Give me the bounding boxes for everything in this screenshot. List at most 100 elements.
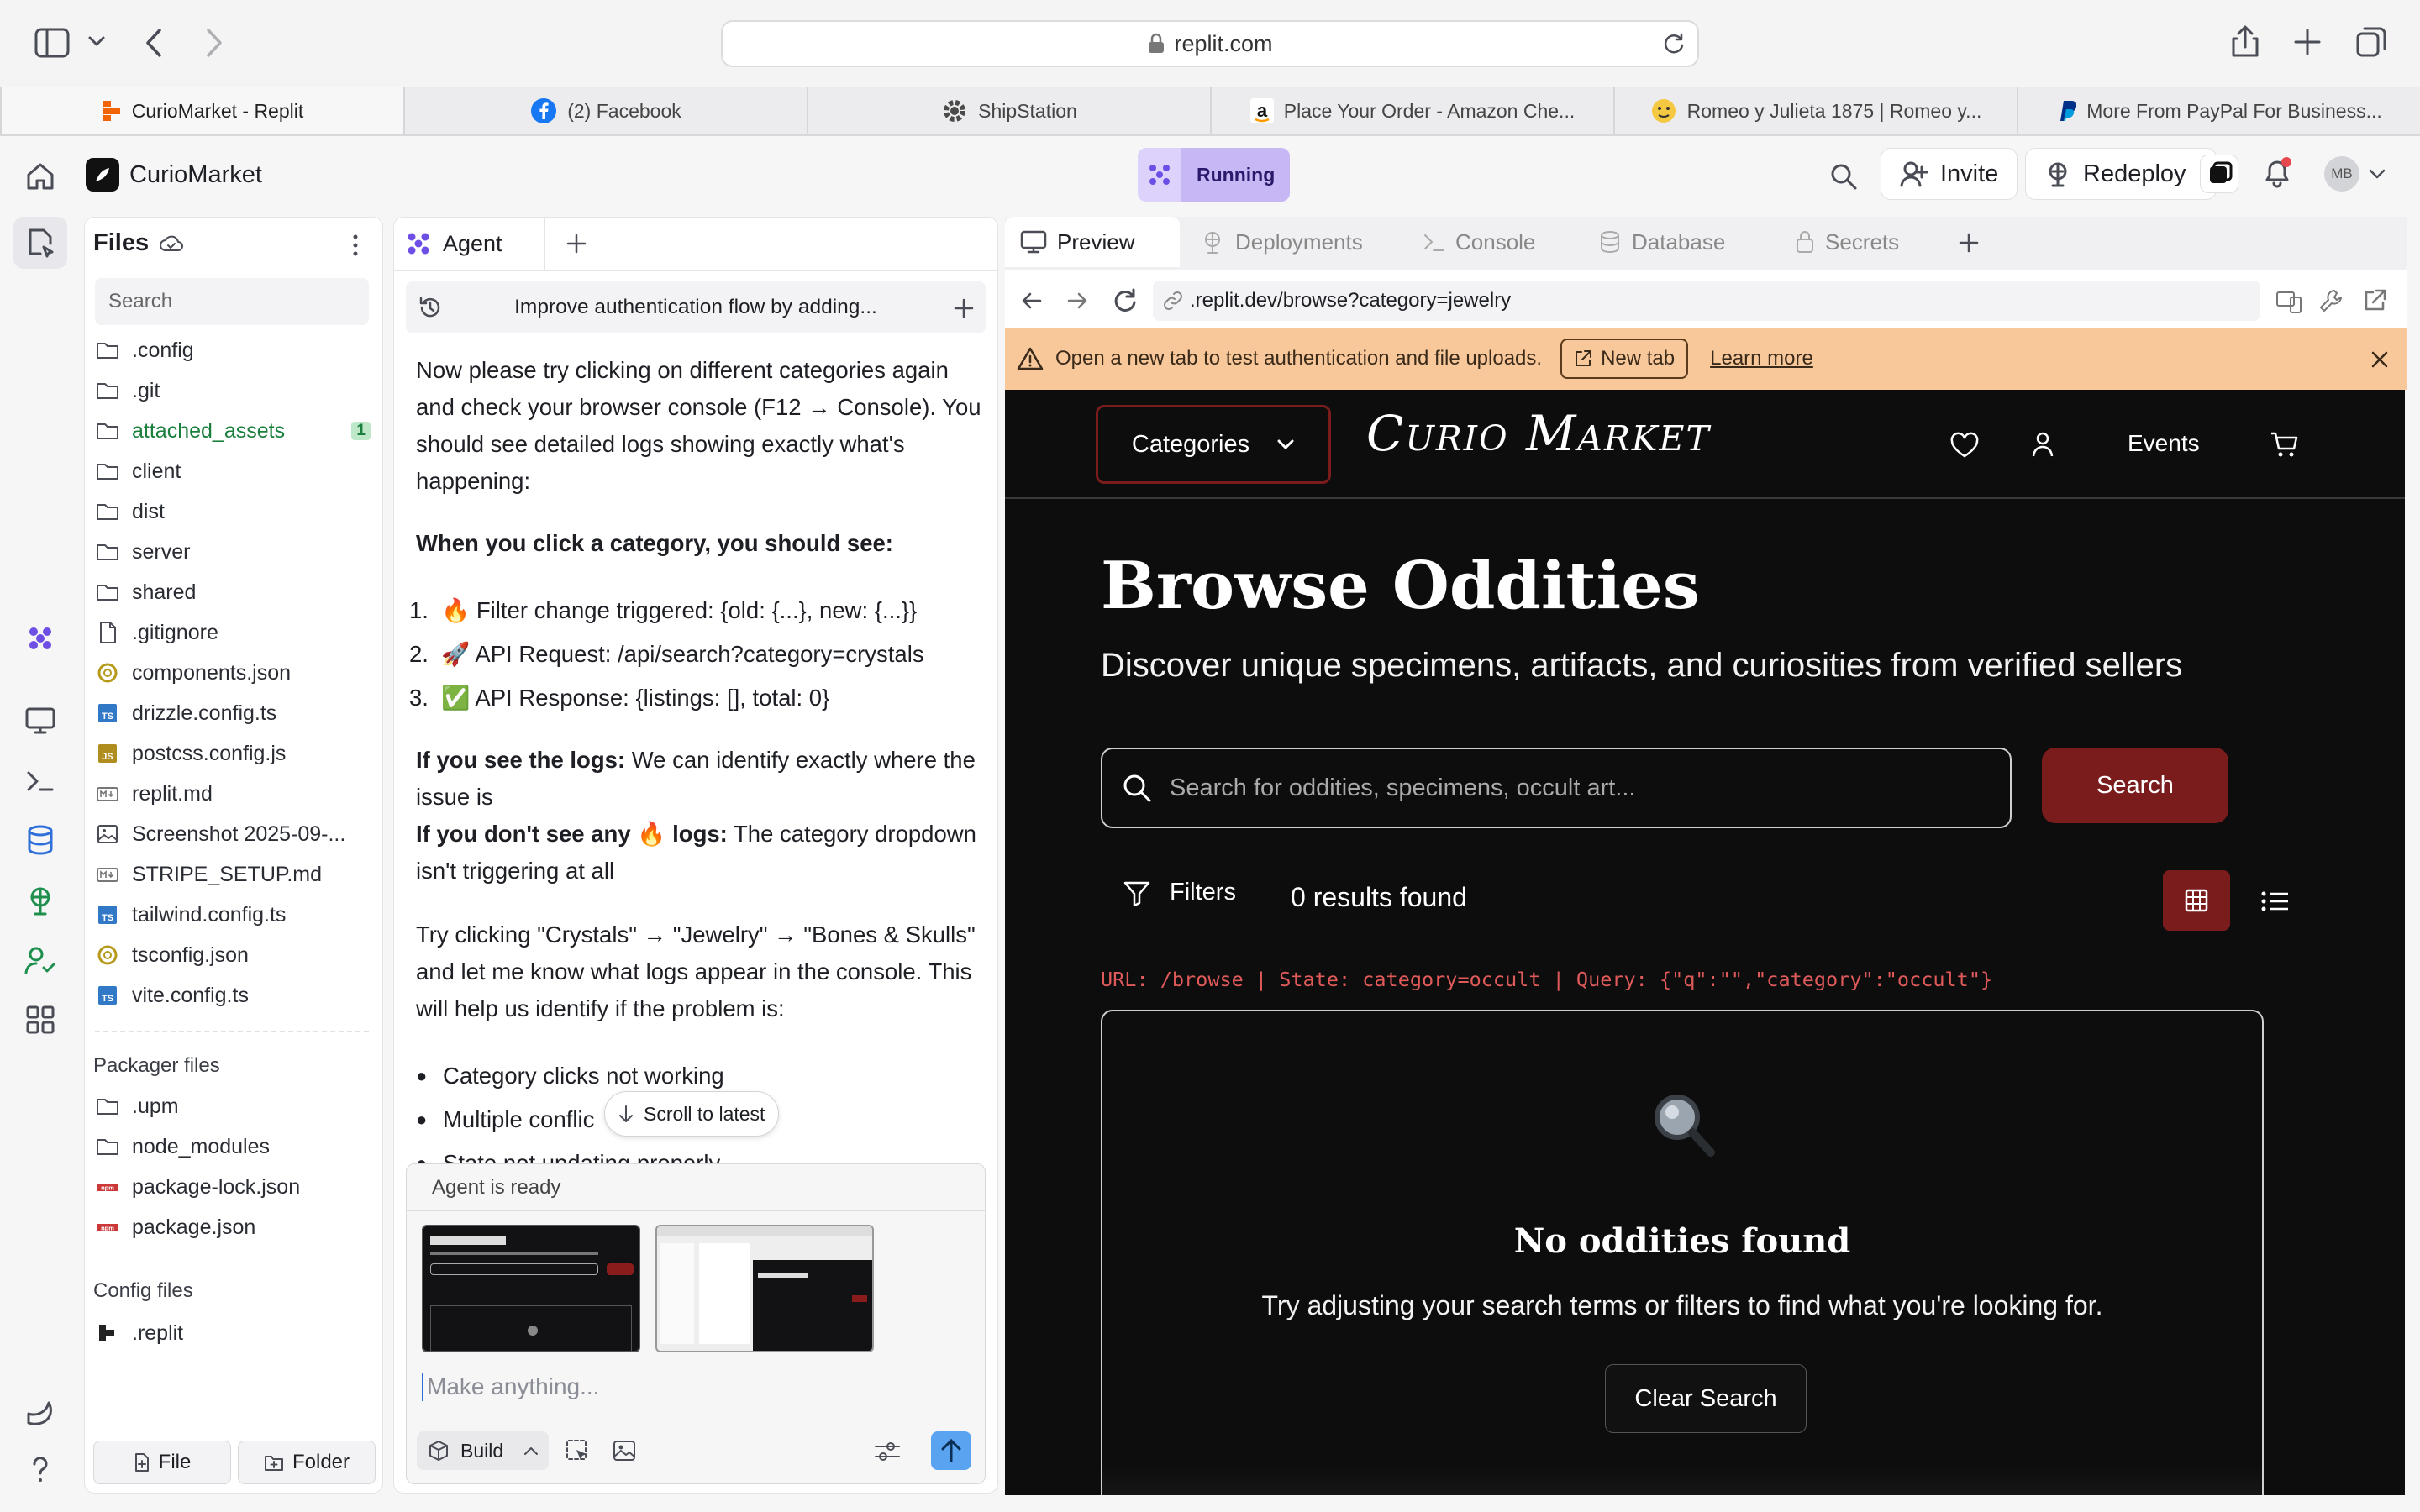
external-link-icon[interactable] xyxy=(2361,287,2388,314)
more-vertical-icon[interactable] xyxy=(347,233,364,258)
file-tree-item[interactable]: tsconfig.json xyxy=(95,937,371,974)
new-tab-button[interactable]: New tab xyxy=(1560,339,1689,379)
file-tree-item[interactable]: .git xyxy=(95,372,371,409)
file-tree-item[interactable]: npm package-lock.json xyxy=(95,1168,371,1205)
browser-tab[interactable]: CurioMarket - Replit xyxy=(0,87,403,134)
browser-tab[interactable]: (2) Facebook xyxy=(403,87,807,134)
deployments-icon[interactable] xyxy=(24,884,57,917)
tab-overview-icon[interactable] xyxy=(2354,25,2388,59)
clear-search-button[interactable]: Clear Search xyxy=(1605,1364,1807,1433)
file-tree-item[interactable]: .upm xyxy=(95,1088,371,1125)
list-view-icon[interactable] xyxy=(2260,890,2289,912)
tab-console[interactable]: Console xyxy=(1407,217,1550,267)
file-tree-item[interactable]: TS drizzle.config.ts xyxy=(95,695,371,732)
user-icon[interactable] xyxy=(2030,430,2055,459)
close-icon[interactable] xyxy=(2370,349,2390,370)
attachment-thumbnail[interactable] xyxy=(655,1225,874,1352)
tab-deployments[interactable]: Deployments xyxy=(1185,217,1378,267)
home-icon[interactable] xyxy=(25,161,55,192)
file-tree-item[interactable]: .config xyxy=(95,332,371,369)
file-tree-item[interactable]: TS vite.config.ts xyxy=(95,977,371,1014)
site-search-button[interactable]: Search xyxy=(2042,748,2228,823)
avatar[interactable]: MB xyxy=(2324,156,2360,192)
thread-header[interactable]: Improve authentication flow by adding... xyxy=(406,281,986,333)
site-search-input[interactable]: Search for oddities, specimens, occult a… xyxy=(1101,748,2012,828)
new-file-button[interactable]: File xyxy=(93,1441,231,1484)
reload-icon[interactable] xyxy=(1662,32,1686,55)
files-search-input[interactable]: Search xyxy=(95,278,369,325)
sidebar-toggle-icon[interactable] xyxy=(34,27,71,59)
address-bar[interactable]: replit.com xyxy=(721,20,1699,67)
share-icon[interactable] xyxy=(2230,24,2260,59)
wrench-icon[interactable] xyxy=(2317,287,2344,314)
browser-tab[interactable]: Romeo y Julieta 1875 | Romeo y... xyxy=(1613,87,2017,134)
monitor-icon[interactable] xyxy=(24,704,57,738)
file-tree-item[interactable]: client xyxy=(95,453,371,490)
new-tab-icon[interactable] xyxy=(2292,27,2323,57)
file-tree-item[interactable]: node_modules xyxy=(95,1128,371,1165)
filters-button[interactable]: Filters xyxy=(1123,879,1236,906)
tab-database[interactable]: Database xyxy=(1583,217,1740,267)
devices-icon[interactable] xyxy=(2275,287,2302,314)
back-icon[interactable] xyxy=(1020,289,1044,312)
bell-icon[interactable] xyxy=(2260,156,2294,190)
file-tree-item[interactable]: attached_assets 1 xyxy=(95,412,371,449)
history-icon[interactable] xyxy=(418,295,443,320)
file-tree-item[interactable]: npm package.json xyxy=(95,1209,371,1246)
grid-view-button[interactable] xyxy=(2163,870,2230,931)
file-tree-item[interactable]: TS tailwind.config.ts xyxy=(95,896,371,933)
prompt-input[interactable]: Make anything... xyxy=(422,1373,599,1401)
user-check-icon[interactable] xyxy=(24,944,57,978)
deploy-status-button[interactable] xyxy=(2200,155,2238,193)
mode-selector[interactable]: Build xyxy=(417,1431,550,1470)
cart-icon[interactable] xyxy=(2269,430,2299,459)
tab-preview[interactable]: Preview xyxy=(1005,217,1180,267)
categories-dropdown[interactable]: Categories xyxy=(1096,405,1331,484)
new-thread-icon[interactable] xyxy=(954,298,974,318)
forward-icon[interactable] xyxy=(1065,289,1089,312)
project-name[interactable]: CurioMarket xyxy=(129,161,262,189)
theme-icon[interactable] xyxy=(24,1398,57,1431)
new-folder-button[interactable]: Folder xyxy=(238,1441,376,1484)
redeploy-button[interactable]: Redeploy xyxy=(2025,148,2217,200)
file-tree-item[interactable]: server xyxy=(95,533,371,570)
add-tab-icon[interactable] xyxy=(1958,232,1980,254)
site-logo[interactable]: Curio Market xyxy=(1366,405,1711,462)
chevron-down-icon[interactable] xyxy=(87,35,106,49)
select-element-icon[interactable] xyxy=(565,1438,590,1463)
tab-secrets[interactable]: Secrets xyxy=(1780,217,1914,267)
agent-tab[interactable]: Agent xyxy=(394,218,545,270)
events-link[interactable]: Events xyxy=(2128,430,2200,457)
file-tree-item[interactable]: JS postcss.config.js xyxy=(95,735,371,772)
file-tree-item[interactable]: .replit xyxy=(95,1315,371,1352)
apps-icon[interactable] xyxy=(24,1003,57,1037)
browser-tab[interactable]: More From PayPal For Business... xyxy=(2017,87,2420,134)
search-icon[interactable] xyxy=(1828,161,1859,192)
agent-icon[interactable] xyxy=(24,622,57,655)
attachment-thumbnail[interactable] xyxy=(422,1225,640,1352)
add-tab-icon[interactable] xyxy=(566,233,587,255)
back-icon[interactable] xyxy=(143,27,165,59)
scroll-to-latest-button[interactable]: Scroll to latest xyxy=(604,1091,780,1137)
learn-more-link[interactable]: Learn more xyxy=(1710,347,1813,370)
file-tree-item[interactable]: .gitignore xyxy=(95,614,371,651)
file-tree-item[interactable]: components.json xyxy=(95,654,371,691)
file-tree-item[interactable]: Screenshot 2025-09-... xyxy=(95,816,371,853)
file-tree-item[interactable]: STRIPE_SETUP.md xyxy=(95,856,371,893)
file-tree-item[interactable]: replit.md xyxy=(95,775,371,812)
files-tool-button[interactable] xyxy=(13,217,67,269)
browser-tab[interactable]: a Place Your Order - Amazon Che... xyxy=(1210,87,1613,134)
send-button[interactable] xyxy=(931,1431,971,1470)
image-icon[interactable] xyxy=(612,1438,637,1463)
database-icon[interactable] xyxy=(24,823,57,857)
preview-address-bar[interactable]: .replit.dev/browse?category=jewelry xyxy=(1153,281,2260,321)
reload-icon[interactable] xyxy=(1111,287,1138,314)
console-icon[interactable] xyxy=(24,764,57,798)
file-tree-item[interactable]: shared xyxy=(95,574,371,611)
settings-sliders-icon[interactable] xyxy=(874,1440,901,1463)
invite-button[interactable]: Invite xyxy=(1881,148,2018,200)
browser-tab[interactable]: ShipStation xyxy=(807,87,1210,134)
run-status-button[interactable]: Running xyxy=(1138,148,1291,202)
file-tree-item[interactable]: dist xyxy=(95,493,371,530)
heart-icon[interactable] xyxy=(1949,432,1980,459)
